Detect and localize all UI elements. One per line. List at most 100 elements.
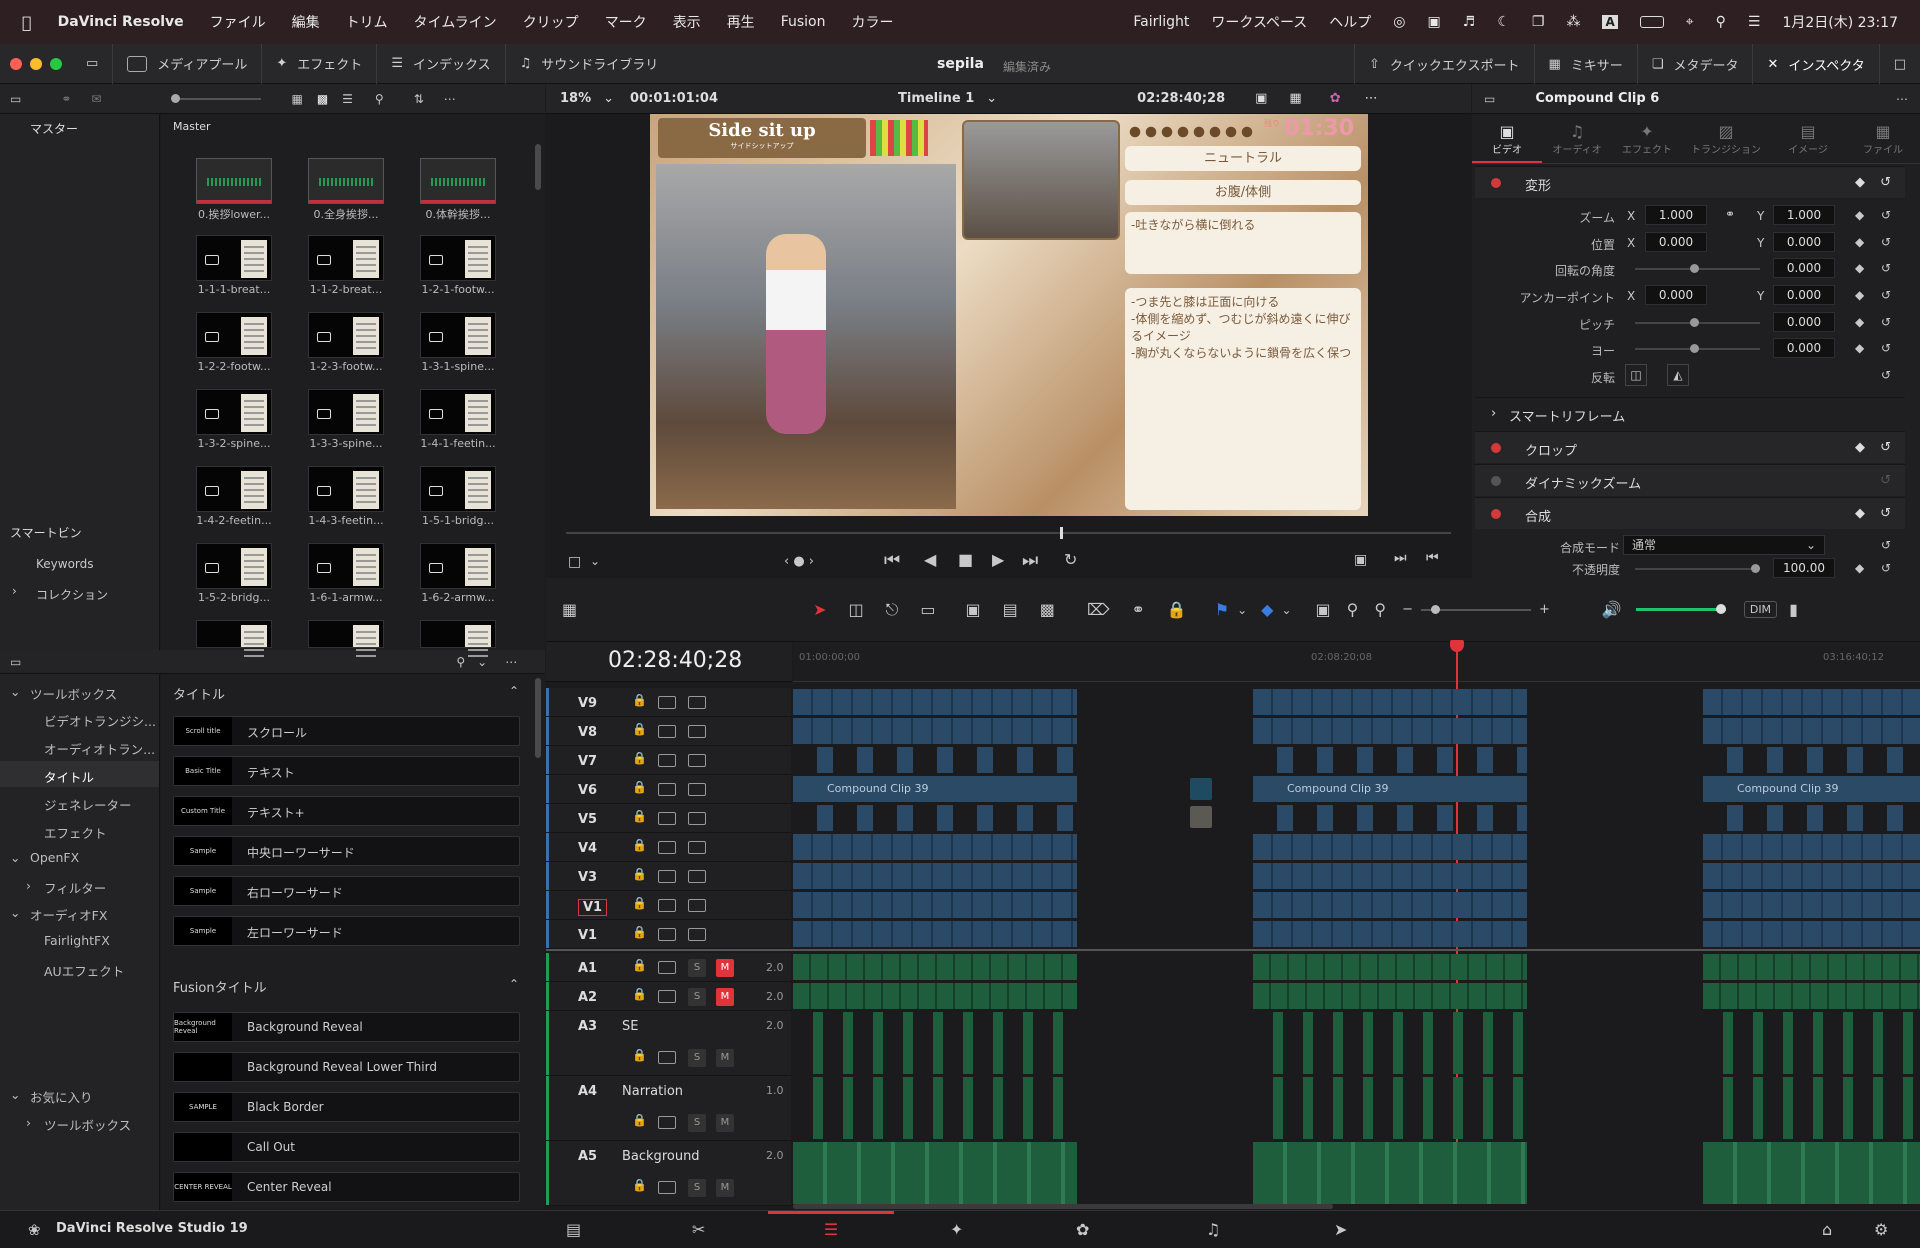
tree-favorites[interactable]: お気に入り bbox=[30, 1087, 93, 1106]
index-button[interactable]: ☰ インデックス bbox=[377, 43, 506, 84]
clip-thumbnail[interactable] bbox=[420, 235, 496, 281]
display-icon[interactable]: ▣ bbox=[1428, 14, 1441, 30]
quick-export-button[interactable]: ⇧ クイックエクスポート bbox=[1353, 44, 1535, 84]
video-clip[interactable] bbox=[1703, 863, 1920, 889]
keyframe-icon[interactable]: ◆ bbox=[1855, 175, 1865, 190]
media-pool-button[interactable]: メディアプール bbox=[113, 43, 263, 84]
video-clip[interactable] bbox=[793, 805, 1077, 831]
tree-fairlightfx[interactable]: FairlightFX bbox=[44, 933, 110, 948]
title-item[interactable]: Custom Title テキスト+ bbox=[173, 796, 520, 826]
video-clip[interactable] bbox=[1253, 834, 1527, 860]
page-edit-icon[interactable]: ☰ bbox=[768, 1211, 894, 1248]
zoom-slider[interactable] bbox=[1421, 604, 1532, 614]
metadata-button[interactable]: ❏ メタデータ bbox=[1638, 44, 1754, 84]
mute-button[interactable]: M bbox=[716, 1049, 734, 1067]
lock-icon[interactable]: 🔒 bbox=[632, 896, 647, 910]
video-clip[interactable] bbox=[793, 834, 1077, 860]
video-track-header[interactable]: V3 🔒 bbox=[548, 862, 791, 891]
tab-image[interactable]: ▤ イメージ bbox=[1770, 114, 1846, 163]
battery-icon[interactable] bbox=[1639, 16, 1664, 28]
volume-slider[interactable] bbox=[1635, 604, 1726, 614]
solo-button[interactable]: S bbox=[688, 1049, 706, 1067]
chevron-right-icon[interactable]: › bbox=[26, 1115, 31, 1130]
auto-select-icon[interactable] bbox=[658, 1116, 676, 1129]
keyframe-icon[interactable]: ◆ bbox=[1855, 440, 1865, 455]
lock-icon[interactable]: 🔒 bbox=[632, 987, 647, 1001]
reset-icon[interactable]: ↺ bbox=[1881, 341, 1891, 355]
clip-thumbnail[interactable] bbox=[420, 312, 496, 358]
solo-button[interactable]: S bbox=[688, 959, 706, 977]
video-track-header[interactable]: V8 🔒 bbox=[548, 717, 791, 746]
auto-select-icon[interactable] bbox=[658, 961, 676, 974]
clip-thumbnail[interactable] bbox=[196, 312, 272, 358]
video-track-header[interactable]: V6 🔒 bbox=[548, 775, 791, 804]
section-composite[interactable]: 合成 ◆ ↺ bbox=[1475, 497, 1905, 529]
clip-thumbnail[interactable] bbox=[308, 312, 384, 358]
title-item[interactable]: Scroll title スクロール bbox=[173, 716, 520, 746]
chevron-down-icon[interactable]: ⌄ bbox=[10, 905, 20, 920]
lock-icon[interactable]: 🔒 bbox=[632, 1048, 647, 1062]
chevron-down-icon[interactable]: ⌄ bbox=[10, 1087, 20, 1102]
video-track-header[interactable]: V7 🔒 bbox=[548, 746, 791, 775]
video-clip[interactable] bbox=[1703, 834, 1920, 860]
menu-help[interactable]: ヘルプ bbox=[1329, 12, 1371, 32]
timeline-options-icon[interactable]: ▦ bbox=[562, 600, 577, 619]
flip-vertical-icon[interactable]: ◭ bbox=[1667, 364, 1689, 386]
tree-fav-toolbox[interactable]: ツールボックス bbox=[44, 1115, 131, 1134]
viewer-more-icon[interactable]: ⋯ bbox=[1365, 91, 1378, 106]
effects-button[interactable]: ✦ エフェクト bbox=[262, 43, 378, 84]
clip-thumbnail[interactable] bbox=[196, 235, 272, 281]
reset-icon[interactable]: ↺ bbox=[1881, 208, 1891, 222]
reset-icon[interactable]: ↺ bbox=[1881, 235, 1891, 249]
collapse-icon[interactable]: ⌃ bbox=[509, 684, 519, 698]
audio-clip[interactable] bbox=[793, 983, 1077, 1009]
auto-select-icon[interactable] bbox=[658, 990, 676, 1003]
audio-clip[interactable] bbox=[1253, 1142, 1527, 1204]
zoom-detail-icon[interactable]: ⚲ bbox=[1347, 600, 1359, 619]
airplay-icon[interactable]: ◎ bbox=[1393, 14, 1405, 30]
video-clip[interactable] bbox=[1253, 863, 1527, 889]
lock-icon[interactable]: 🔒 bbox=[632, 1113, 647, 1127]
audio-clip[interactable] bbox=[1703, 1012, 1920, 1074]
lock-icon[interactable]: 🔒 bbox=[632, 780, 647, 794]
auto-select-icon[interactable] bbox=[658, 696, 676, 709]
keyframe-icon[interactable]: ◆ bbox=[1855, 341, 1864, 355]
tab-transition[interactable]: ▨ トランジション bbox=[1682, 114, 1770, 163]
track-visibility-icon[interactable] bbox=[688, 870, 706, 883]
auto-select-icon[interactable] bbox=[658, 754, 676, 767]
video-clip[interactable] bbox=[793, 892, 1077, 918]
video-clip[interactable] bbox=[1253, 805, 1527, 831]
audio-clip[interactable] bbox=[1253, 983, 1527, 1009]
clip-thumbnail[interactable] bbox=[420, 543, 496, 589]
track-visibility-icon[interactable] bbox=[688, 696, 706, 709]
chevron-right-icon[interactable]: › bbox=[26, 878, 31, 893]
reset-icon[interactable]: ↺ bbox=[1881, 288, 1891, 302]
menu-view[interactable]: 表示 bbox=[673, 12, 701, 32]
video-clip[interactable] bbox=[1703, 747, 1920, 773]
linked-selection-icon[interactable]: ⚭ bbox=[1131, 600, 1144, 619]
audio-clip[interactable] bbox=[1253, 1012, 1527, 1074]
track-visibility-icon[interactable] bbox=[688, 725, 706, 738]
list-view-icon[interactable]: ▦ bbox=[291, 92, 302, 106]
auto-select-icon[interactable] bbox=[658, 725, 676, 738]
mixer-button[interactable]: ▦ ミキサー bbox=[1535, 44, 1638, 84]
mute-button[interactable]: M bbox=[716, 1114, 734, 1132]
auto-select-icon[interactable] bbox=[658, 899, 676, 912]
chevron-down-icon[interactable]: ⌄ bbox=[590, 554, 600, 568]
page-fairlight-icon[interactable]: ♫ bbox=[1206, 1220, 1220, 1239]
play-icon[interactable]: ▶ bbox=[992, 550, 1004, 569]
tree-effects[interactable]: エフェクト bbox=[44, 823, 107, 842]
section-transform[interactable]: 変形 ◆ ↺ bbox=[1475, 166, 1905, 198]
anchor-x-field[interactable]: 0.000 bbox=[1645, 285, 1707, 305]
video-clip[interactable] bbox=[793, 718, 1077, 744]
video-clip[interactable] bbox=[1253, 747, 1527, 773]
page-color-icon[interactable]: ✿ bbox=[1076, 1220, 1089, 1239]
reset-icon[interactable]: ↺ bbox=[1881, 261, 1891, 275]
color-icon[interactable]: ✿ bbox=[1330, 91, 1341, 106]
auto-select-icon[interactable] bbox=[658, 841, 676, 854]
fusion-title-item[interactable]: CENTER REVEAL Center Reveal bbox=[173, 1172, 520, 1202]
input-source-icon[interactable]: A bbox=[1602, 15, 1618, 29]
speaker-icon[interactable]: 🔊 bbox=[1602, 600, 1622, 619]
keyframe-icon[interactable]: ◆ bbox=[1855, 506, 1865, 521]
audio-clip[interactable] bbox=[793, 1142, 1077, 1204]
